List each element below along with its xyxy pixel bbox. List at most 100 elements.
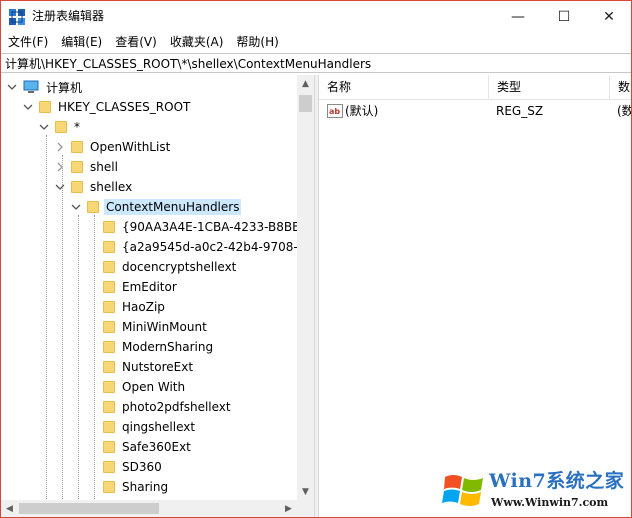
scrollbar-corner: [297, 500, 314, 517]
column-name[interactable]: 名称: [319, 75, 489, 99]
menu-edit[interactable]: 编辑(E): [54, 33, 108, 51]
tree-label: docencryptshellext: [122, 260, 237, 274]
tree-label: MiniWinMount: [122, 320, 207, 334]
folder-icon: [71, 161, 83, 173]
title-bar[interactable]: 注册表编辑器 — ☐ ✕: [1, 1, 631, 32]
tree-label: SD360: [122, 460, 162, 474]
folder-open-icon: [39, 101, 51, 113]
tree-vertical-scrollbar[interactable]: ▲ ▼: [297, 75, 314, 500]
folder-icon: [103, 281, 115, 293]
tree-label-hkcr: HKEY_CLASSES_ROOT: [58, 100, 191, 114]
value-name[interactable]: (默认): [345, 101, 378, 121]
menu-bar: 文件(F) 编辑(E) 查看(V) 收藏夹(A) 帮助(H): [1, 32, 631, 52]
tree-node-handler[interactable]: Sharing: [103, 477, 170, 497]
key-tree-pane[interactable]: 计算机 HKEY_CLASSES_ROOT * OpenWithList she…: [1, 75, 314, 500]
values-column-header: 名称 类型 数: [319, 75, 631, 100]
tree-node-handler[interactable]: ModernSharing: [103, 337, 215, 357]
column-type[interactable]: 类型: [489, 75, 610, 99]
close-button[interactable]: ✕: [586, 1, 631, 32]
tree-label-selected: ContextMenuHandlers: [104, 199, 242, 215]
folder-open-icon: [71, 181, 83, 193]
regedit-app-icon: [9, 9, 25, 25]
tree-node-handler[interactable]: {90AA3A4E-1CBA-4233-B8BB-: [103, 217, 307, 237]
scroll-up-arrow-icon[interactable]: ▲: [297, 75, 314, 92]
tree-node-computer[interactable]: 计算机: [7, 77, 84, 97]
menu-favorites[interactable]: 收藏夹(A): [163, 33, 230, 51]
scroll-thumb[interactable]: [19, 503, 159, 514]
folder-icon: [103, 221, 115, 233]
tree-label: qingshellext: [122, 420, 196, 434]
tree-label: photo2pdfshellext: [122, 400, 231, 414]
folder-icon: [103, 301, 115, 313]
scroll-left-arrow-icon[interactable]: ◀: [1, 500, 18, 517]
tree-guide-line: [78, 215, 79, 500]
tree-node-handler[interactable]: qingshellext: [103, 417, 197, 437]
folder-icon: [103, 241, 115, 253]
chevron-down-icon[interactable]: [7, 82, 17, 92]
tree-node-shellex[interactable]: shellex: [55, 177, 134, 197]
folder-icon: [103, 401, 115, 413]
maximize-icon: ☐: [557, 8, 571, 25]
tree-label: HaoZip: [122, 300, 165, 314]
minimize-button[interactable]: —: [495, 1, 541, 32]
tree-node-handler[interactable]: Safe360Ext: [103, 437, 193, 457]
tree-node-contextmenuhandlers[interactable]: ContextMenuHandlers: [71, 197, 242, 217]
scroll-thumb[interactable]: [299, 95, 312, 112]
tree-node-handler[interactable]: NutstoreExt: [103, 357, 195, 377]
folder-icon: [103, 381, 115, 393]
tree-node-handler[interactable]: SD360: [103, 457, 164, 477]
string-value-icon: ab: [327, 104, 343, 118]
close-icon: ✕: [603, 8, 615, 25]
chevron-down-icon[interactable]: [23, 102, 33, 112]
tree-node-handler[interactable]: docencryptshellext: [103, 257, 238, 277]
value-type: REG_SZ: [496, 104, 544, 118]
tree-node-handler[interactable]: {a2a9545d-a0c2-42b4-9708-a0: [103, 237, 314, 257]
chevron-down-icon[interactable]: [71, 202, 81, 212]
minimize-icon: —: [511, 8, 525, 25]
folder-open-icon: [55, 121, 67, 133]
chevron-down-icon[interactable]: [55, 182, 65, 192]
tree-node-shell[interactable]: shell: [55, 157, 120, 177]
menu-view[interactable]: 查看(V): [108, 33, 163, 51]
tree-guide-line: [62, 155, 63, 500]
svg-text:ab: ab: [329, 107, 340, 116]
folder-icon: [103, 341, 115, 353]
folder-icon: [103, 421, 115, 433]
tree-horizontal-scrollbar[interactable]: ◀ ▶: [1, 500, 297, 517]
folder-icon: [71, 141, 83, 153]
maximize-button[interactable]: ☐: [541, 1, 587, 32]
tree-label: OpenWithList: [90, 140, 171, 154]
computer-icon: [23, 80, 39, 93]
tree-label: shell: [90, 160, 118, 174]
tree-node-handler[interactable]: MiniWinMount: [103, 317, 209, 337]
tree-label: ModernSharing: [122, 340, 214, 354]
tree-node-star[interactable]: *: [39, 117, 82, 137]
scroll-down-arrow-icon[interactable]: ▼: [297, 483, 314, 500]
tree-node-hkcr[interactable]: HKEY_CLASSES_ROOT: [23, 97, 192, 117]
chevron-down-icon[interactable]: [39, 122, 49, 132]
tree-node-handler[interactable]: photo2pdfshellext: [103, 397, 233, 417]
tree-label: Safe360Ext: [122, 440, 191, 454]
menu-file[interactable]: 文件(F): [1, 33, 54, 51]
tree-label: EmEditor: [122, 280, 177, 294]
scroll-right-arrow-icon[interactable]: ▶: [280, 500, 297, 517]
address-bar[interactable]: 计算机\HKEY_CLASSES_ROOT\*\shellex\ContextM…: [1, 53, 631, 73]
folder-icon: [103, 441, 115, 453]
tree-node-openwithlist[interactable]: OpenWithList: [55, 137, 172, 157]
window-title: 注册表编辑器: [32, 9, 105, 23]
menu-help[interactable]: 帮助(H): [229, 33, 284, 51]
watermark: Win7系统之家 Www.Winwin7.com: [441, 463, 631, 517]
values-pane[interactable]: 名称 类型 数 ab (默认) REG_SZ (数: [319, 75, 631, 517]
tree-label-star: *: [74, 120, 80, 134]
chevron-right-icon[interactable]: [55, 142, 65, 152]
tree-guide-line: [94, 215, 95, 500]
chevron-right-icon[interactable]: [55, 162, 65, 172]
folder-icon: [103, 261, 115, 273]
tree-node-handler[interactable]: Open With: [103, 377, 187, 397]
windows-logo-icon: [442, 475, 483, 506]
tree-node-handler[interactable]: HaoZip: [103, 297, 167, 317]
folder-icon: [103, 321, 115, 333]
tree-label: {a2a9545d-a0c2-42b4-9708-a0: [122, 240, 313, 254]
tree-node-handler[interactable]: EmEditor: [103, 277, 179, 297]
column-data[interactable]: 数: [610, 75, 631, 99]
